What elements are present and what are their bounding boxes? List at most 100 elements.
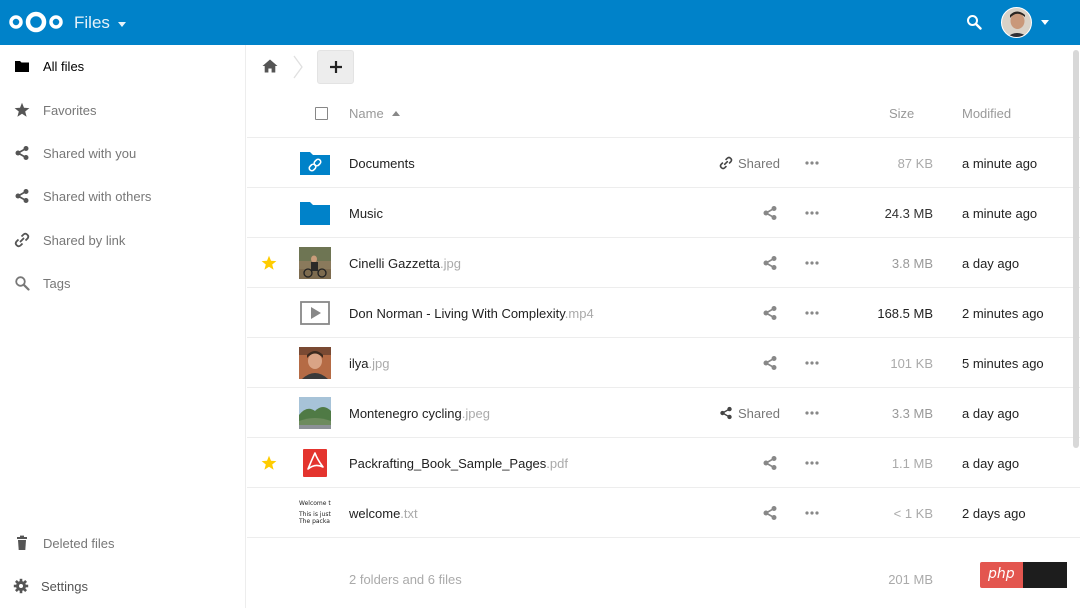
share-icon	[15, 189, 29, 203]
file-extension: .pdf	[546, 456, 568, 471]
sidebar-item-favorites[interactable]: Favorites	[0, 90, 245, 130]
share-icon[interactable]	[762, 505, 778, 521]
home-icon[interactable]	[262, 58, 278, 74]
share-icon[interactable]	[762, 255, 778, 271]
sidebar-item-all-files[interactable]: All files	[0, 46, 245, 86]
share-icon	[720, 406, 732, 420]
video-file-icon	[300, 301, 330, 325]
file-name: ilya.jpg	[349, 356, 389, 371]
file-basename: welcome	[349, 506, 401, 521]
file-name: welcome.txt	[349, 506, 418, 521]
summary-total-size: 201 MB	[888, 572, 933, 587]
link-icon	[14, 232, 30, 248]
file-list-area: Name Size Modified Documents Shared 87 K…	[247, 45, 1080, 608]
file-row-montenegro-cycling[interactable]: Montenegro cycling.jpeg Shared 3.3 MB a …	[247, 388, 1080, 438]
sidebar-item-label: Shared with others	[43, 189, 152, 204]
file-name: Packrafting_Book_Sample_Pages.pdf	[349, 456, 568, 471]
file-size: 3.8 MB	[891, 256, 933, 271]
link-icon	[719, 156, 733, 170]
user-menu-chevron-icon[interactable]	[1041, 20, 1049, 25]
image-thumbnail	[299, 347, 331, 379]
file-size: 168.5 MB	[877, 306, 933, 321]
new-file-button[interactable]	[317, 50, 354, 84]
user-avatar[interactable]	[1001, 7, 1032, 38]
file-modified: a day ago	[962, 456, 1020, 471]
text-file-preview: Welcome t This is just The packa	[299, 497, 331, 529]
search-icon[interactable]	[966, 14, 982, 30]
sidebar-item-shared-with-others[interactable]: Shared with others	[0, 176, 245, 216]
favorite-star-icon[interactable]	[261, 255, 277, 271]
sidebar-item-shared-with-you[interactable]: Shared with you	[0, 133, 245, 173]
file-modified: a day ago	[962, 406, 1020, 421]
share-icon[interactable]	[762, 355, 778, 371]
more-options-icon[interactable]	[804, 355, 820, 371]
folder-icon	[300, 202, 330, 225]
file-row-cinelli-gazzetta[interactable]: Cinelli Gazzetta.jpg 3.8 MB a day ago	[247, 238, 1080, 288]
more-options-icon[interactable]	[804, 205, 820, 221]
sidebar-item-label: Deleted files	[43, 536, 115, 551]
share-icon[interactable]	[762, 205, 778, 221]
trash-icon	[17, 535, 27, 550]
file-modified: a minute ago	[962, 156, 1038, 171]
file-row-don-norman-video[interactable]: Don Norman - Living With Complexity.mp4 …	[247, 288, 1080, 338]
column-header-size[interactable]: Size	[889, 106, 914, 121]
more-options-icon[interactable]	[804, 305, 820, 321]
file-name: Don Norman - Living With Complexity.mp4	[349, 306, 594, 321]
select-all-checkbox[interactable]	[315, 107, 328, 120]
file-size: 87 KB	[897, 156, 933, 171]
preview-line: This is just	[299, 511, 331, 518]
column-header-name[interactable]: Name	[349, 106, 400, 121]
file-extension: .txt	[400, 506, 418, 521]
file-size: 3.3 MB	[891, 406, 933, 421]
watermark-bar	[1022, 562, 1067, 588]
app-menu[interactable]: Files	[74, 13, 126, 33]
file-size: 1.1 MB	[891, 456, 933, 471]
column-header-name-label: Name	[349, 106, 384, 121]
file-name: Music	[349, 206, 383, 221]
more-options-icon[interactable]	[804, 455, 820, 471]
plus-icon	[329, 61, 342, 73]
share-label: Shared	[738, 405, 780, 421]
file-list-header: Name Size Modified	[247, 95, 1080, 138]
file-modified: 5 minutes ago	[962, 356, 1044, 371]
favorite-star-icon[interactable]	[261, 455, 277, 471]
file-row-ilya[interactable]: ilya.jpg 101 KB 5 minutes ago	[247, 338, 1080, 388]
folder-icon	[15, 61, 29, 72]
file-name: Documents	[349, 156, 415, 171]
file-basename: Montenegro cycling	[349, 406, 462, 421]
file-basename: ilya	[349, 356, 369, 371]
more-options-icon[interactable]	[804, 505, 820, 521]
file-row-music[interactable]: Music 24.3 MB a minute ago	[247, 188, 1080, 238]
file-size: 24.3 MB	[884, 206, 933, 221]
file-basename: Music	[349, 206, 383, 221]
sidebar-item-settings[interactable]: Settings	[0, 566, 245, 606]
file-row-welcome-txt[interactable]: Welcome t This is just The packa welcome…	[247, 488, 1080, 538]
tag-search-icon	[15, 276, 30, 291]
file-name: Montenegro cycling.jpeg	[349, 406, 490, 421]
column-header-modified[interactable]: Modified	[962, 106, 1011, 121]
share-button[interactable]: Shared	[719, 155, 780, 171]
more-options-icon[interactable]	[804, 255, 820, 271]
file-basename: Packrafting_Book_Sample_Pages	[349, 456, 547, 471]
sidebar-item-label: Tags	[43, 276, 71, 291]
file-extension: .jpeg	[461, 406, 490, 421]
share-icon[interactable]	[762, 455, 778, 471]
nextcloud-logo-icon[interactable]	[8, 9, 64, 35]
file-basename: Don Norman - Living With Complexity	[349, 306, 565, 321]
sidebar-item-label: All files	[43, 59, 85, 74]
chevron-down-icon	[117, 21, 126, 27]
file-basename: Cinelli Gazzetta	[349, 256, 441, 271]
more-options-icon[interactable]	[804, 405, 820, 421]
sidebar-item-shared-by-link[interactable]: Shared by link	[0, 220, 245, 260]
top-header: Files	[0, 0, 1080, 45]
file-modified: a day ago	[962, 256, 1020, 271]
sidebar-item-label: Shared by link	[43, 233, 126, 248]
share-icon[interactable]	[762, 305, 778, 321]
more-options-icon[interactable]	[804, 155, 820, 171]
share-button[interactable]: Shared	[719, 405, 780, 421]
sidebar-item-deleted-files[interactable]: Deleted files	[0, 523, 245, 563]
file-row-packrafting-pdf[interactable]: Packrafting_Book_Sample_Pages.pdf 1.1 MB…	[247, 438, 1080, 488]
vertical-scrollbar[interactable]	[1073, 50, 1079, 448]
sidebar-item-tags[interactable]: Tags	[0, 263, 245, 303]
file-row-documents[interactable]: Documents Shared 87 KB a minute ago	[247, 138, 1080, 188]
